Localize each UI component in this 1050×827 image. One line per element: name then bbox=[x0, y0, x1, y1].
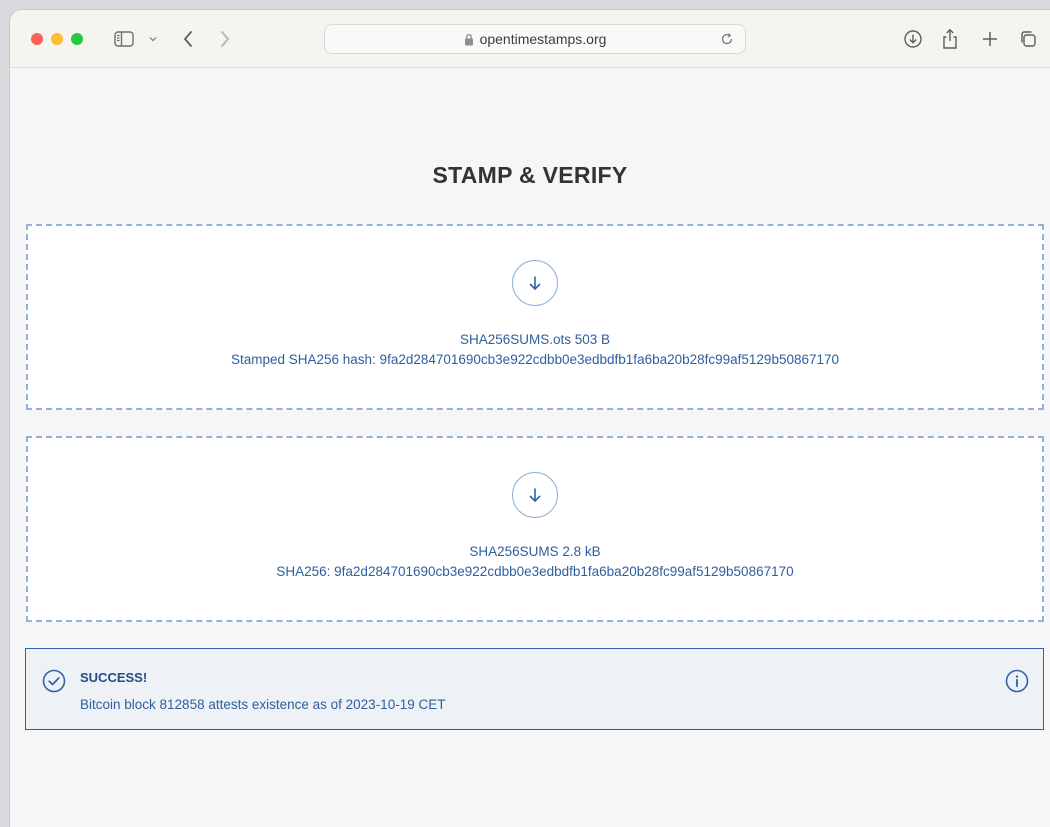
sidebar-icon[interactable] bbox=[113, 26, 135, 52]
result-message: Bitcoin block 812858 attests existence a… bbox=[80, 697, 446, 712]
zoom-window-button[interactable] bbox=[71, 33, 83, 45]
url-display: opentimestamps.org bbox=[325, 31, 745, 47]
page-title: STAMP & VERIFY bbox=[432, 162, 628, 188]
plus-icon[interactable] bbox=[980, 26, 1000, 52]
info-icon[interactable] bbox=[1005, 669, 1029, 698]
target-file-dropzone[interactable]: SHA256SUMS 2.8 kB SHA256: 9fa2d284701690… bbox=[26, 436, 1044, 622]
tabs-icon[interactable] bbox=[1018, 26, 1038, 52]
address-bar[interactable]: opentimestamps.org bbox=[324, 24, 746, 54]
check-circle-icon bbox=[42, 669, 66, 698]
verification-result-banner: SUCCESS! Bitcoin block 812858 attests ex… bbox=[25, 648, 1044, 730]
target-file-info: SHA256SUMS 2.8 kB bbox=[469, 544, 601, 559]
close-window-button[interactable] bbox=[31, 33, 43, 45]
share-icon[interactable] bbox=[940, 26, 960, 52]
lock-icon bbox=[464, 33, 473, 46]
ots-stamped-hash: Stamped SHA256 hash: 9fa2d284701690cb3e9… bbox=[230, 352, 840, 367]
arrow-down-icon bbox=[512, 260, 558, 306]
browser-window: opentimestamps.org STAMP & VERIFY SHA256… bbox=[10, 10, 1050, 827]
ots-file-info: SHA256SUMS.ots 503 B bbox=[459, 332, 611, 347]
chevron-down-icon[interactable] bbox=[147, 26, 159, 52]
back-icon[interactable] bbox=[180, 26, 196, 52]
result-status: SUCCESS! bbox=[80, 670, 148, 685]
page-content: STAMP & VERIFY SHA256SUMS.ots 503 B Stam… bbox=[10, 68, 1050, 827]
forward-icon[interactable] bbox=[217, 26, 233, 52]
target-file-hash: SHA256: 9fa2d284701690cb3e922cdbb0e3edbd… bbox=[276, 564, 794, 579]
arrow-down-icon bbox=[512, 472, 558, 518]
url-host: opentimestamps.org bbox=[479, 31, 607, 47]
reload-icon[interactable] bbox=[719, 31, 735, 52]
browser-toolbar: opentimestamps.org bbox=[10, 10, 1050, 68]
minimize-window-button[interactable] bbox=[51, 33, 63, 45]
ots-file-dropzone[interactable]: SHA256SUMS.ots 503 B Stamped SHA256 hash… bbox=[26, 224, 1044, 410]
download-icon[interactable] bbox=[902, 26, 924, 52]
